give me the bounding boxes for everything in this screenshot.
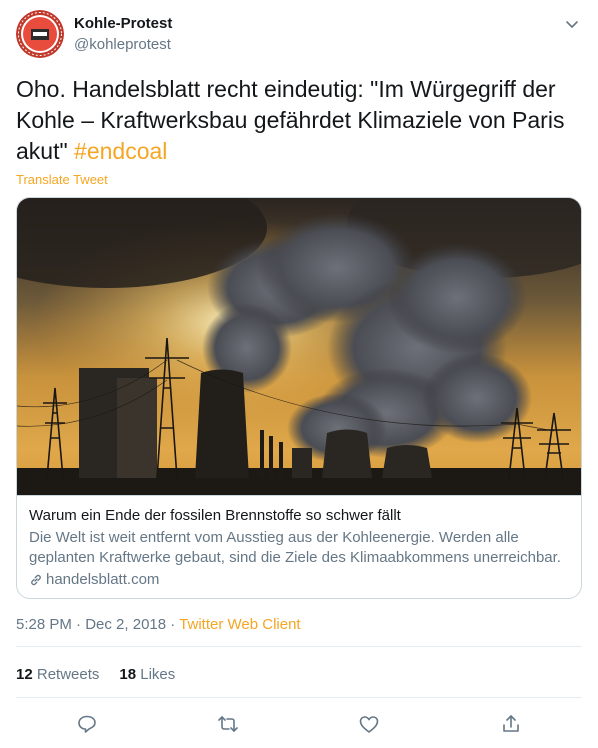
heart-icon[interactable] bbox=[357, 712, 381, 736]
divider bbox=[16, 646, 582, 647]
tweet-client[interactable]: Twitter Web Client bbox=[179, 616, 300, 633]
retweets-label: Retweets bbox=[36, 666, 100, 683]
tweet-time[interactable]: 5:28 PM bbox=[16, 616, 72, 633]
tweet-text: Oho. Handelsblatt recht eindeutig: "Im W… bbox=[16, 74, 582, 167]
meta-separator: · bbox=[71, 616, 86, 633]
share-icon[interactable] bbox=[499, 712, 523, 736]
retweet-icon[interactable] bbox=[216, 712, 240, 736]
user-name[interactable]: Kohle-Protest bbox=[74, 15, 172, 32]
translate-tweet-link[interactable]: Translate Tweet bbox=[16, 172, 108, 187]
card-domain-text: handelsblatt.com bbox=[46, 571, 160, 588]
tweet-date[interactable]: Dec 2, 2018 bbox=[85, 616, 166, 633]
divider bbox=[16, 697, 582, 698]
likes-count: 18 bbox=[119, 666, 137, 683]
card-image-power-plant[interactable] bbox=[17, 198, 581, 495]
stop-coal-logo bbox=[16, 10, 64, 58]
retweets-count: 12 bbox=[16, 666, 33, 683]
tweet-meta: 5:28 PM · Dec 2, 2018 · Twitter Web Clie… bbox=[16, 616, 301, 633]
likes-label: Likes bbox=[140, 666, 176, 683]
card-domain: handelsblatt.com bbox=[29, 570, 571, 590]
tweet-stats: 12 Retweets 18 Likes bbox=[16, 666, 175, 683]
card-title: Warum ein Ende der fossilen Brennstoffe … bbox=[29, 507, 401, 524]
user-handle[interactable]: @kohleprotest bbox=[74, 36, 171, 53]
link-icon bbox=[31, 574, 41, 586]
likes-stat[interactable]: 18 Likes bbox=[119, 666, 175, 683]
card-body[interactable]: Warum ein Ende der fossilen Brennstoffe … bbox=[17, 495, 581, 598]
avatar[interactable] bbox=[16, 10, 64, 58]
meta-separator: · bbox=[166, 616, 180, 633]
card-description: Die Welt ist weit entfernt vom Ausstieg … bbox=[29, 529, 561, 566]
chevron-down-icon[interactable] bbox=[562, 14, 582, 34]
link-card[interactable]: Warum ein Ende der fossilen Brennstoffe … bbox=[16, 197, 582, 599]
tweet-header: Kohle-Protest @kohleprotest bbox=[16, 10, 582, 58]
hashtag-link[interactable]: #endcoal bbox=[74, 138, 167, 164]
retweets-stat[interactable]: 12 Retweets bbox=[16, 666, 99, 683]
tweet-actions bbox=[16, 710, 582, 738]
reply-icon[interactable] bbox=[75, 712, 99, 736]
